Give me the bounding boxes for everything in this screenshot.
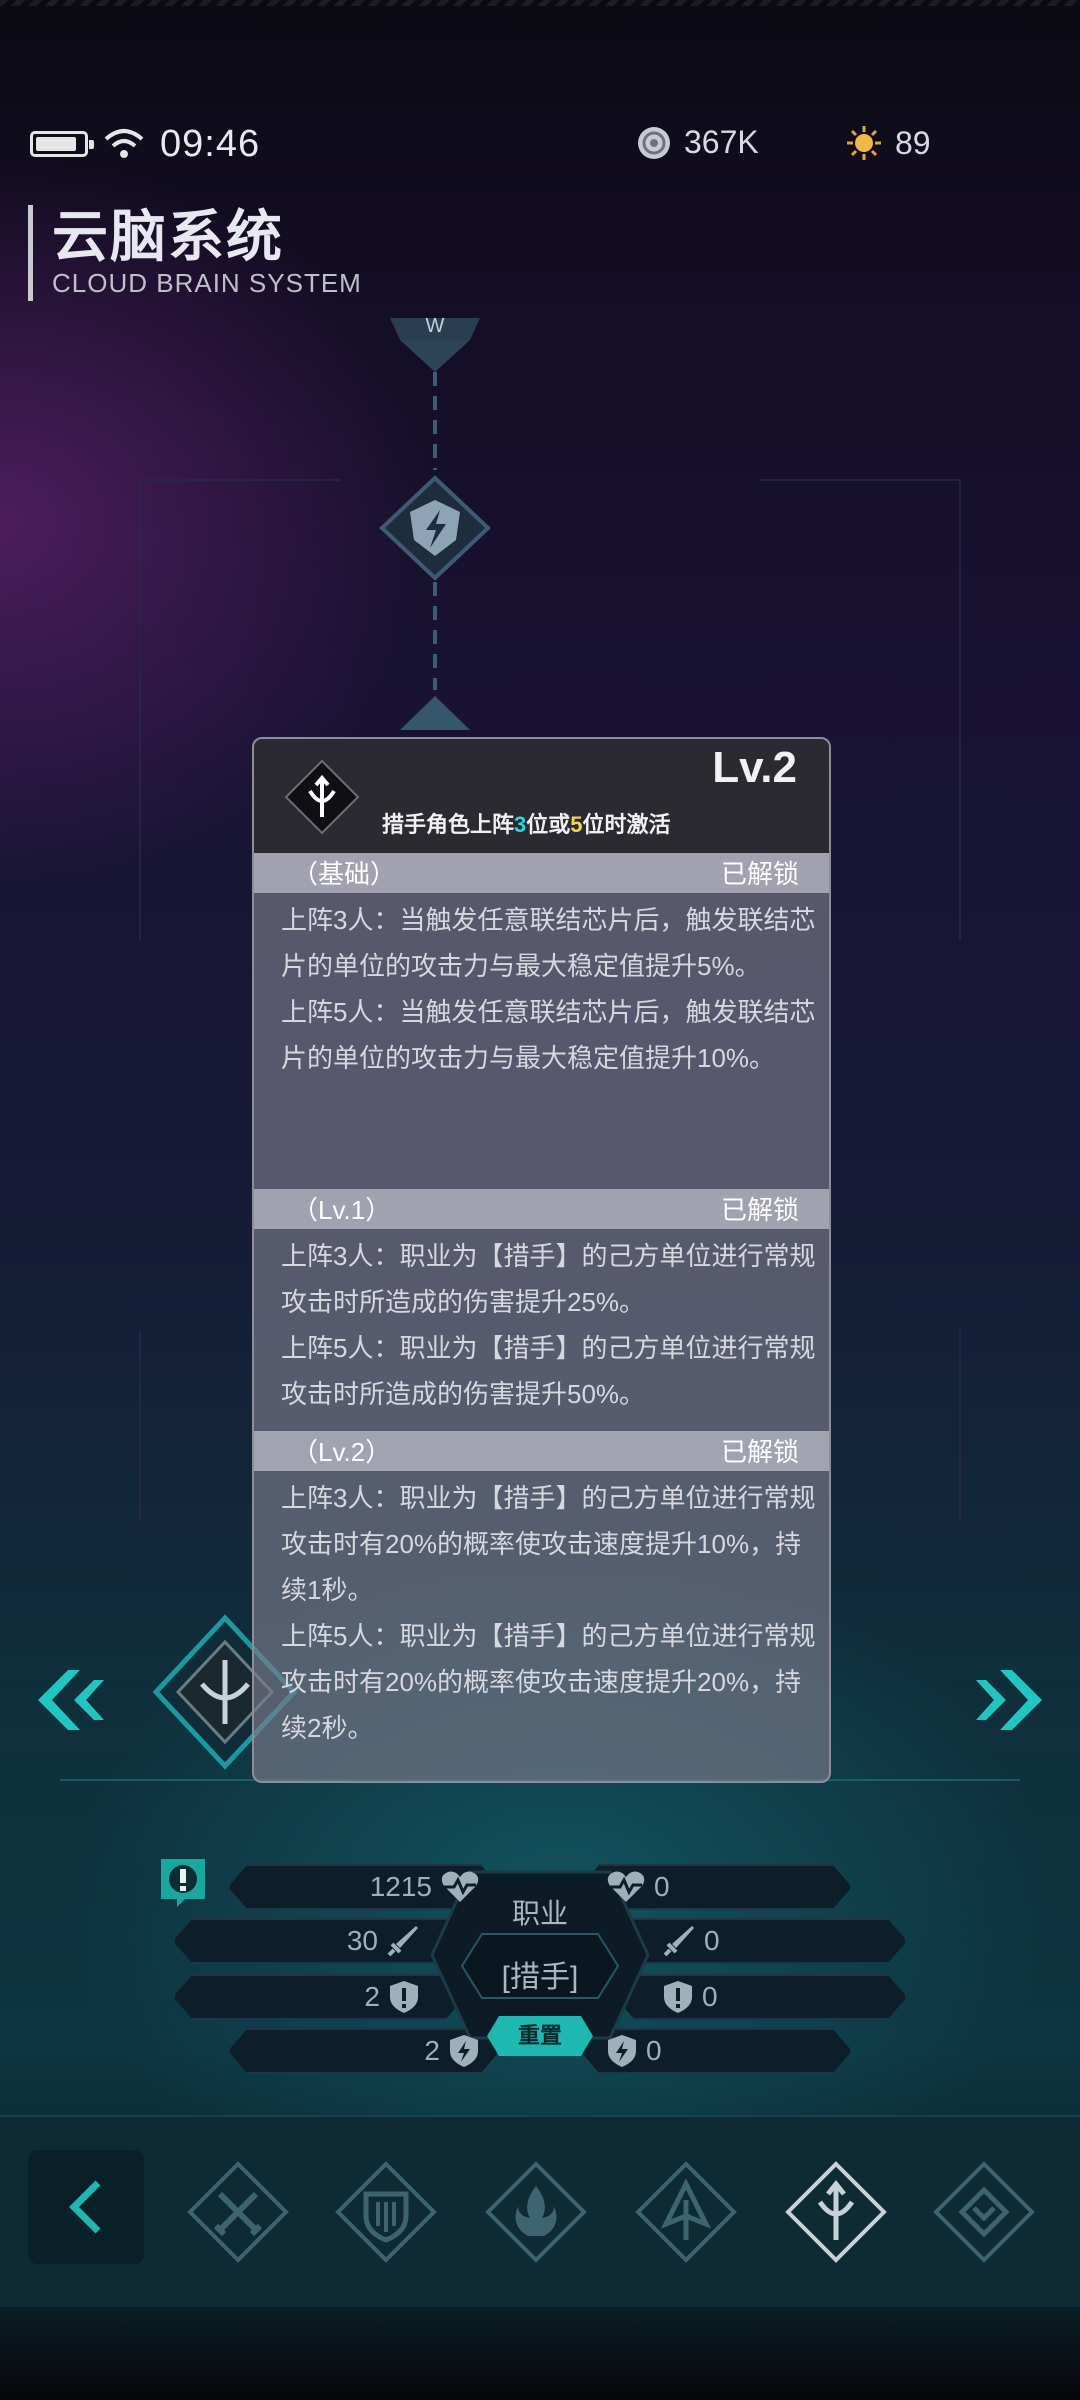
warning-icon[interactable] [155,1855,211,1911]
stat-energy-right: 0 [606,2028,662,2074]
lightning-icon [450,2035,478,2067]
back-button[interactable] [28,2150,144,2264]
popup-level: Lv.2 [712,743,797,792]
heart-pulse-icon [441,1871,479,1902]
stat-hp-left: 1215 [300,1864,480,1910]
stat-value: 0 [646,2035,662,2066]
svg-text:W: W [426,315,445,337]
stat-atk-left: 30 [260,1918,420,1964]
section-body-base: 上阵3人：当触发任意联结芯片后，触发联结芯片的单位的攻击力与最大稳定值提升5%。… [281,905,816,1073]
status-bar: 09:46 [30,120,260,168]
section-title: （Lv.1） [292,1195,392,1225]
popup-activation-condition: 措手角色上阵3位或5位时激活 [382,807,671,839]
battery-icon [30,131,94,157]
stat-value: 2 [364,1981,380,2012]
archer-bow-icon-active[interactable] [784,2160,888,2264]
sun-energy-icon [847,126,881,160]
stat-value: 0 [654,1871,670,1902]
section-status: 已解锁 [720,1437,799,1467]
section-status: 已解锁 [720,1195,799,1225]
wing-crest-icon[interactable] [932,2160,1036,2264]
section-body-lv2: 上阵3人：职业为【措手】的己方单位进行常规攻击时有20%的概率使攻击速度提升10… [281,1483,816,1743]
archer-bow-icon [284,759,360,835]
flame-icon[interactable] [484,2160,588,2264]
stat-value: 1215 [369,1871,432,1902]
coin-icon [638,126,670,159]
stat-bar-def-right [615,1974,907,2020]
energy-counter[interactable]: 89 [845,124,931,162]
condition-text: 位时激活 [582,812,671,837]
clock-time: 09:46 [160,122,261,165]
section-header-lv2: （Lv.2） 已解锁 [254,1431,829,1471]
twin-swords-icon[interactable] [186,2160,290,2264]
page-title: 云脑系统 [52,205,284,268]
stat-value: 0 [702,1981,718,2012]
shield-icon [390,1981,418,2013]
arrowhead-icon[interactable] [634,2160,738,2264]
shield-icon [664,1981,692,2013]
chevron-left-icon [69,2180,101,2234]
section-header-lv1: （Lv.1） 已解锁 [254,1189,829,1229]
condition-text: 措手角色上阵 [382,812,515,837]
energy-amount: 89 [895,124,931,161]
sword-icon [663,1926,694,1957]
skill-detail-popup[interactable]: Lv.2 措手角色上阵3位或5位时激活 （基础） 已解锁 上阵3人：当触发任意联… [252,737,831,1783]
condition-count-5: 5 [570,812,583,837]
stat-value: 0 [704,1925,720,1956]
lightning-icon [608,2035,636,2067]
condition-text: 位或 [526,812,571,837]
page-subtitle: CLOUD BRAIN SYSTEM [52,268,362,298]
stat-bar-atk-right [615,1918,907,1964]
stat-def-left: 2 [260,1974,420,2020]
section-title: （基础） [292,859,397,889]
section-body-lv1: 上阵3人：职业为【措手】的己方单位进行常规攻击时所造成的伤害提升25%。 上阵5… [281,1241,816,1409]
wifi-icon [104,129,144,158]
shield-crest-icon[interactable] [334,2160,438,2264]
stat-atk-right: 0 [662,1918,720,1964]
class-value: [措手] [501,1961,579,1994]
stat-def-right: 0 [662,1974,718,2020]
section-status: 已解锁 [720,859,799,889]
heart-pulse-icon [607,1871,645,1902]
coin-amount: 367K [684,124,759,160]
stat-value: 2 [424,2035,440,2066]
popup-header: Lv.2 措手角色上阵3位或5位时激活 [254,739,829,853]
stat-energy-left: 2 [300,2028,480,2074]
prev-arrow-icon[interactable] [18,1650,108,1750]
stat-value: 30 [346,1925,378,1956]
stat-hp-right: 0 [606,1864,670,1910]
section-title: （Lv.2） [292,1437,392,1467]
game-screen: W 09:46 367K 89 云脑系统 CLOUD BRAIN SYSTEM … [0,0,1080,2400]
next-arrow-icon[interactable] [972,1650,1062,1750]
sword-icon [387,1926,418,1957]
condition-count-3: 3 [514,812,527,837]
section-header-base: （基础） 已解锁 [254,853,829,893]
coin-counter[interactable]: 367K [636,124,759,161]
title-accent-bar [28,205,33,301]
reset-button[interactable]: 重置 [487,2016,593,2056]
